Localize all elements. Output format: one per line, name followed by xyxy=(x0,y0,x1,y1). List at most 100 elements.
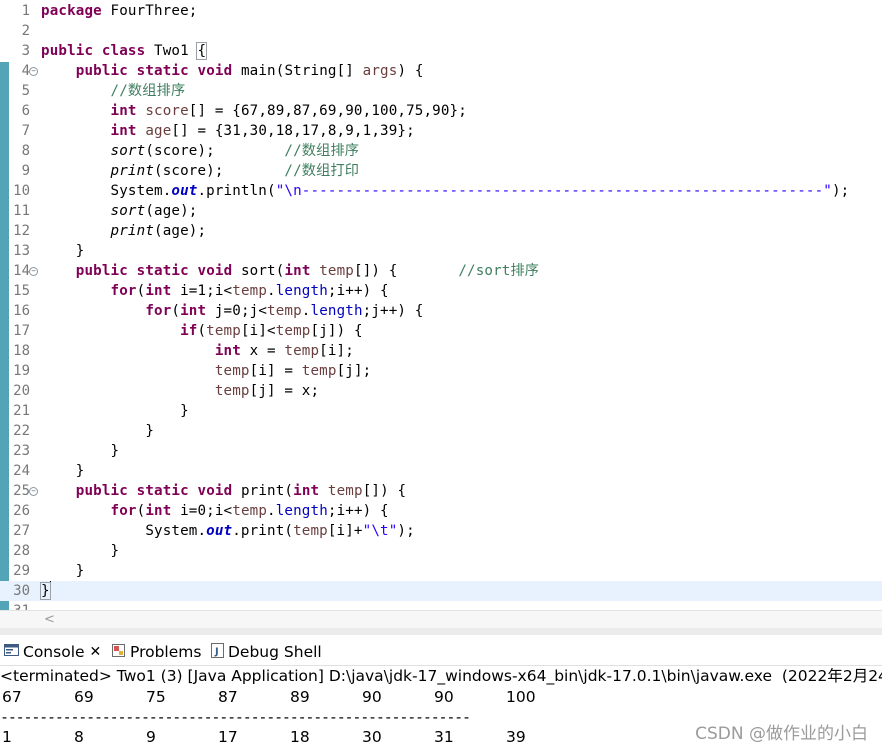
keyword: void xyxy=(197,483,233,499)
code-line-current[interactable]: 30 } xyxy=(0,581,882,601)
code-text: ); xyxy=(397,523,415,539)
code-line[interactable]: 16 for(int j=0;j<temp.length;j++) { xyxy=(0,301,882,321)
code-text: [i]; xyxy=(319,343,354,359)
line-number: 22 xyxy=(13,423,30,439)
output-value: 87 xyxy=(218,688,238,706)
code-line[interactable]: 9 print(score); //数组打印 xyxy=(0,161,882,181)
code-text: ;i++) { xyxy=(327,283,389,299)
watermark: CSDN @做作业的小白 xyxy=(695,724,868,744)
static-field: out xyxy=(206,523,233,539)
line-number: 27 xyxy=(13,523,30,539)
output-value: 75 xyxy=(146,688,166,706)
close-icon[interactable]: ✕ xyxy=(90,644,102,660)
tab-label: Problems xyxy=(130,643,202,661)
tab-label: Debug Shell xyxy=(228,643,322,661)
code-line[interactable]: 17 if(temp[i]<temp[j]) { xyxy=(0,321,882,341)
line-number: 6 xyxy=(21,103,30,119)
code-line[interactable]: 13 } xyxy=(0,241,882,261)
svg-text:J: J xyxy=(214,646,219,657)
code-text: .print( xyxy=(232,523,294,539)
fold-collapse-icon[interactable]: − xyxy=(29,67,38,76)
keyword: class xyxy=(101,43,146,59)
code-text: i=0;i< xyxy=(171,503,233,519)
code-line[interactable]: 15 for(int i=1;i<temp.length;i++) { xyxy=(0,281,882,301)
code-line[interactable]: 31 xyxy=(0,601,882,610)
line-number: 21 xyxy=(13,403,30,419)
line-number: 13 xyxy=(13,243,30,259)
console-status-line: <terminated> Two1 (3) [Java Application]… xyxy=(0,667,882,685)
code-line[interactable]: 29 } xyxy=(0,561,882,581)
output-value: 18 xyxy=(290,728,310,746)
code-text: FourThree; xyxy=(101,3,198,19)
code-text: [j]; xyxy=(336,363,372,379)
output-value: 1 xyxy=(2,728,12,746)
line-number: 8 xyxy=(21,143,30,159)
code-line[interactable]: 4 − public static void main(String[] arg… xyxy=(0,61,882,81)
parameter: temp xyxy=(206,323,241,339)
output-value: 67 xyxy=(2,688,22,706)
output-value: 8 xyxy=(74,728,84,746)
code-line[interactable]: 2 xyxy=(0,21,882,41)
tab-console[interactable]: Console ✕ xyxy=(4,640,101,664)
keyword: static xyxy=(136,483,189,499)
line-number: 16 xyxy=(13,303,30,319)
line-number: 31 xyxy=(0,601,30,610)
code-line[interactable]: 21 } xyxy=(0,401,882,421)
code-line[interactable]: 26 for(int i=0;i<temp.length;i++) { xyxy=(0,501,882,521)
keyword: static xyxy=(136,263,189,279)
code-text: ); xyxy=(831,183,850,199)
code-line[interactable]: 23 } xyxy=(0,441,882,461)
static-field: out xyxy=(171,183,198,199)
fold-collapse-icon[interactable]: − xyxy=(29,487,38,496)
code-text: (age); xyxy=(154,223,207,239)
code-line[interactable]: 14 − public static void sort(int temp[])… xyxy=(0,261,882,281)
scroll-left-icon[interactable]: < xyxy=(44,612,55,627)
code-line[interactable]: 12 print(age); xyxy=(0,221,882,241)
code-line[interactable]: 18 int x = temp[i]; xyxy=(0,341,882,361)
code-text: } xyxy=(145,423,155,439)
code-line[interactable]: 20 temp[j] = x; xyxy=(0,381,882,401)
code-line[interactable]: 7 int age[] = {31,30,18,17,8,9,1,39}; xyxy=(0,121,882,141)
code-line[interactable]: 11 sort(age); xyxy=(0,201,882,221)
code-line[interactable]: 5 //数组排序 xyxy=(0,81,882,101)
panel-divider[interactable] xyxy=(0,628,882,635)
code-line[interactable]: 3 public class Two1 { xyxy=(0,41,882,61)
code-line[interactable]: 1 package FourThree; xyxy=(0,1,882,21)
code-text: } xyxy=(180,403,189,419)
code-line[interactable]: 22 } xyxy=(0,421,882,441)
keyword: for xyxy=(110,503,137,519)
code-text: } xyxy=(110,543,120,559)
code-line[interactable]: 10 System.out.println("\n---------------… xyxy=(0,181,882,201)
code-line[interactable]: 27 System.out.print(temp[i]+"\t"); xyxy=(0,521,882,541)
code-text: System. xyxy=(110,183,172,199)
keyword: public xyxy=(75,63,128,79)
code-text: (age); xyxy=(145,203,198,219)
tab-problems[interactable]: Problems xyxy=(111,640,201,664)
output-value: 89 xyxy=(290,688,310,706)
code-line[interactable]: 25 − public static void print(int temp[]… xyxy=(0,481,882,501)
tab-debug-shell[interactable]: J Debug Shell xyxy=(211,640,322,664)
keyword: void xyxy=(197,63,233,79)
line-number: 23 xyxy=(13,443,30,459)
code-line[interactable]: 19 temp[i] = temp[j]; xyxy=(0,361,882,381)
code-text: (score); xyxy=(145,143,285,159)
code-text: print( xyxy=(232,483,294,499)
line-number: 10 xyxy=(13,183,30,199)
code-editor[interactable]: 1 package FourThree; 2 3 public class Tw… xyxy=(0,0,882,610)
line-number: 1 xyxy=(21,3,30,19)
horizontal-scrollbar[interactable]: < xyxy=(0,610,882,629)
keyword: public xyxy=(75,263,128,279)
code-line[interactable]: 24 } xyxy=(0,461,882,481)
console-output-row: 67 69 75 87 89 90 90 100 xyxy=(0,686,882,708)
matching-bracket: { xyxy=(196,42,208,60)
line-number: 20 xyxy=(13,383,30,399)
code-text: } xyxy=(75,563,85,579)
code-line[interactable]: 8 sort(score); //数组排序 xyxy=(0,141,882,161)
parameter: temp xyxy=(319,263,354,279)
code-text: [j]) { xyxy=(310,323,363,339)
fold-collapse-icon[interactable]: − xyxy=(29,267,38,276)
code-line[interactable]: 28 } xyxy=(0,541,882,561)
code-text: [i]< xyxy=(240,323,276,339)
code-line[interactable]: 6 int score[] = {67,89,87,69,90,100,75,9… xyxy=(0,101,882,121)
text-caret xyxy=(49,581,51,598)
